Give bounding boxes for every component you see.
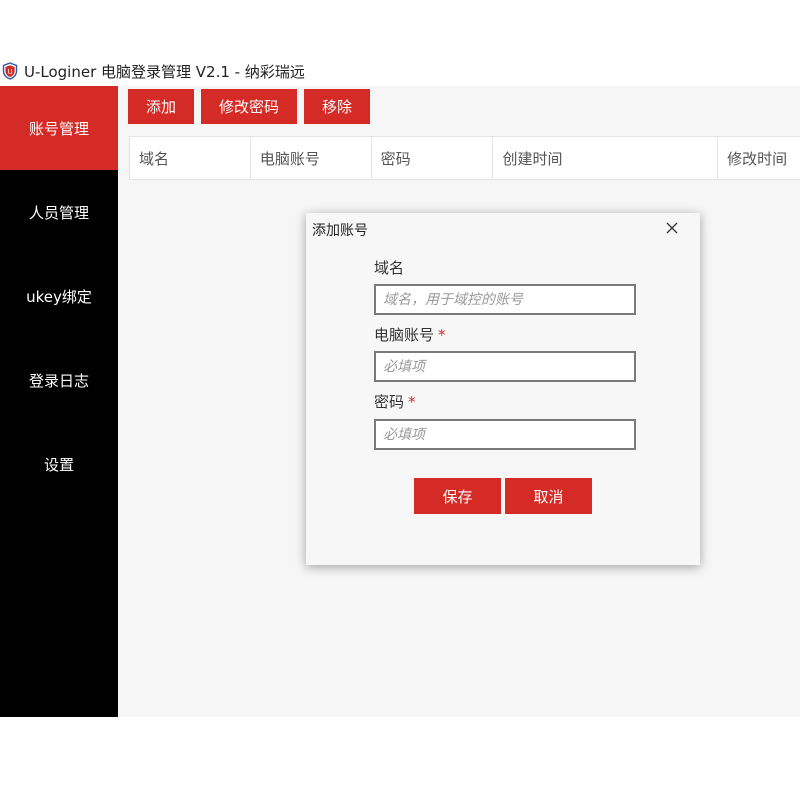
required-mark: *	[408, 393, 416, 411]
sidebar-item-label: ukey绑定	[26, 287, 92, 306]
password-input[interactable]	[374, 419, 636, 450]
sidebar-item-label: 设置	[43, 455, 74, 474]
sidebar-item-label: 人员管理	[28, 203, 89, 222]
window-title: U-Loginer 电脑登录管理 V2.1 - 纳彩瑞远	[24, 62, 305, 81]
change-password-button[interactable]: 修改密码	[201, 89, 298, 124]
password-label-text: 密码	[374, 393, 405, 411]
column-header-created-time[interactable]: 创建时间	[493, 137, 719, 179]
title-bar: U U-Loginer 电脑登录管理 V2.1 - 纳彩瑞远	[0, 56, 800, 86]
sidebar-item-ukey[interactable]: ukey绑定	[0, 254, 118, 338]
save-button[interactable]: 保存	[414, 478, 501, 514]
domain-input[interactable]	[374, 284, 636, 315]
close-icon[interactable]	[662, 218, 682, 238]
add-button[interactable]: 添加	[128, 89, 195, 124]
column-header-password[interactable]: 密码	[372, 137, 494, 179]
computer-account-label-text: 电脑账号	[374, 326, 435, 344]
computer-account-input[interactable]	[374, 351, 636, 382]
dialog-title: 添加账号	[312, 223, 368, 239]
required-mark: *	[438, 326, 446, 344]
domain-label-text: 域名	[374, 259, 405, 277]
sidebar-item-settings[interactable]: 设置	[0, 422, 118, 506]
password-label: 密码 *	[374, 391, 416, 412]
cancel-button[interactable]: 取消	[505, 478, 592, 514]
computer-account-label: 电脑账号 *	[374, 324, 446, 345]
svg-text:U: U	[7, 68, 12, 76]
remove-button[interactable]: 移除	[304, 89, 371, 124]
column-header-domain[interactable]: 域名	[130, 137, 251, 179]
sidebar-item-label: 账号管理	[28, 119, 89, 138]
add-account-dialog: 添加账号 域名 电脑账号* 密码* 保存 取消	[306, 213, 700, 565]
domain-label: 域名	[374, 257, 404, 278]
sidebar-item-accounts[interactable]: 账号管理	[0, 86, 118, 170]
shield-icon: U	[2, 62, 18, 80]
sidebar: 账号管理 人员管理 ukey绑定 登录日志 设置	[0, 86, 118, 717]
sidebar-item-login-log[interactable]: 登录日志	[0, 338, 118, 422]
table-header: 域名 电脑账号 密码 创建时间 修改时间	[129, 136, 800, 180]
sidebar-item-label: 登录日志	[28, 371, 89, 390]
column-header-computer-account[interactable]: 电脑账号	[251, 137, 372, 179]
sidebar-item-personnel[interactable]: 人员管理	[0, 170, 118, 254]
toolbar: 添加 修改密码 移除	[128, 89, 371, 124]
column-header-modified-time[interactable]: 修改时间	[718, 137, 800, 179]
